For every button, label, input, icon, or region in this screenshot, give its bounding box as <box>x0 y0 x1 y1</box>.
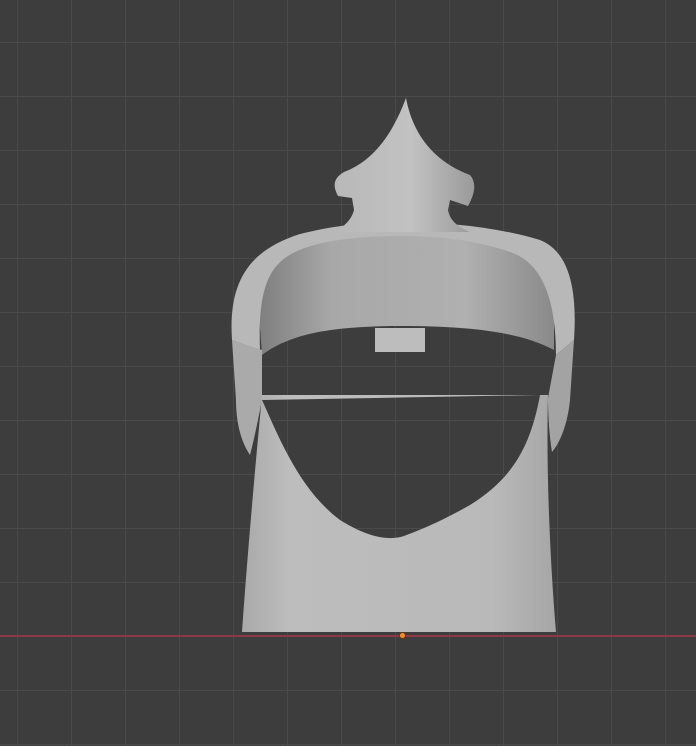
ring-tab <box>375 328 425 352</box>
mesh-object[interactable] <box>0 0 696 746</box>
ring-left-side <box>232 340 262 455</box>
crown-spire <box>334 98 475 232</box>
object-origin-point <box>399 632 406 639</box>
3d-viewport[interactable] <box>0 0 696 746</box>
ring-right-side <box>548 340 574 452</box>
ring-base <box>242 395 556 632</box>
